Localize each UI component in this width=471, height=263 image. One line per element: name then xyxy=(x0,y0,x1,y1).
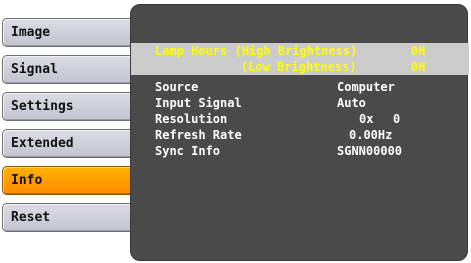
input-signal-value: Auto xyxy=(337,96,366,110)
lamp-hours-label: Lamp Hours (High Brightness) xyxy=(155,44,358,58)
sync-info-value: SGNN00000 xyxy=(337,144,403,158)
menu-item-settings[interactable]: Settings xyxy=(2,92,136,121)
resolution-label: Resolution xyxy=(155,112,228,126)
refresh-rate-label: Refresh Rate xyxy=(155,128,242,142)
input-signal-row: Input Signal Auto xyxy=(131,95,469,111)
lamp-hours-low-row[interactable]: (Low Brightness) 0H xyxy=(131,59,469,75)
refresh-rate-row: Refresh Rate 0.00Hz xyxy=(131,127,469,143)
menu-item-image[interactable]: Image xyxy=(2,18,136,47)
lamp-hours-low-value: 0H xyxy=(411,60,426,74)
source-row: Source Computer xyxy=(131,79,469,95)
side-menu: Image Signal Settings Extended Info Rese… xyxy=(0,0,140,263)
info-panel: Lamp Hours (High Brightness) 0H (Low Bri… xyxy=(130,4,469,261)
sync-info-row: Sync Info SGNN00000 xyxy=(131,143,469,159)
menu-item-reset[interactable]: Reset xyxy=(2,203,136,232)
resolution-h-value: 0x xyxy=(359,112,374,126)
source-label: Source xyxy=(155,80,199,94)
source-value: Computer xyxy=(337,80,395,94)
menu-item-signal[interactable]: Signal xyxy=(2,55,136,84)
resolution-row: Resolution 0x 0 xyxy=(131,111,469,127)
low-brightness-label: (Low Brightness) xyxy=(241,60,357,74)
input-signal-label: Input Signal xyxy=(155,96,242,110)
menu-item-extended[interactable]: Extended xyxy=(2,129,136,158)
lamp-hours-high-value: 0H xyxy=(411,44,426,58)
menu-item-info[interactable]: Info xyxy=(2,166,136,195)
refresh-rate-value: 0.00Hz xyxy=(349,128,393,142)
resolution-v-value: 0 xyxy=(393,112,401,126)
sync-info-label: Sync Info xyxy=(155,144,221,158)
lamp-hours-high-row[interactable]: Lamp Hours (High Brightness) 0H xyxy=(131,43,469,59)
